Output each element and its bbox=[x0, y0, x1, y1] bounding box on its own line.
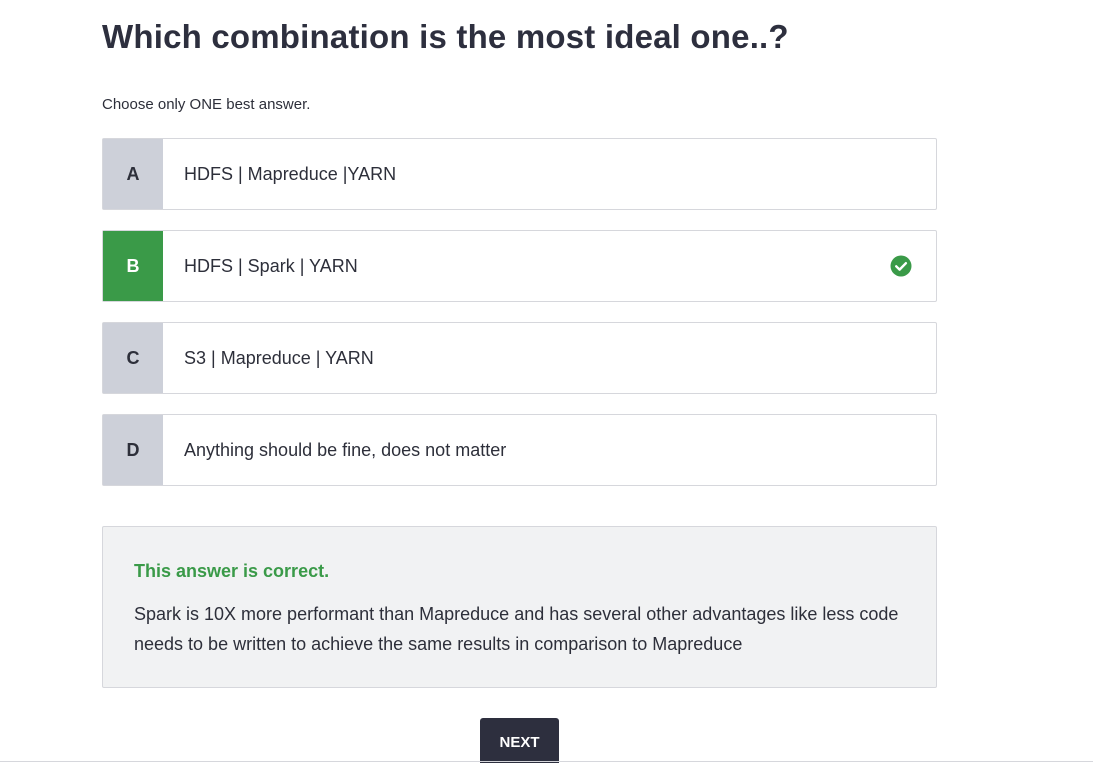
feedback-explanation: Spark is 10X more performant than Mapred… bbox=[134, 604, 899, 654]
option-text: Anything should be fine, does not matter bbox=[184, 439, 507, 460]
feedback-title: This answer is correct. bbox=[134, 561, 330, 581]
question-instructions: Choose only ONE best answer. bbox=[102, 96, 311, 113]
option-a[interactable]: A HDFS | Mapreduce |YARN bbox=[102, 138, 937, 210]
option-text: HDFS | Spark | YARN bbox=[184, 255, 358, 276]
option-letter: B bbox=[103, 231, 163, 301]
answer-options: A HDFS | Mapreduce |YARN B HDFS | Spark … bbox=[102, 138, 937, 506]
option-letter: A bbox=[103, 139, 163, 209]
bottom-divider bbox=[0, 761, 1093, 762]
option-text: S3 | Mapreduce | YARN bbox=[184, 347, 374, 368]
option-b[interactable]: B HDFS | Spark | YARN bbox=[102, 230, 937, 302]
option-d[interactable]: D Anything should be fine, does not matt… bbox=[102, 414, 937, 486]
option-text: HDFS | Mapreduce |YARN bbox=[184, 163, 397, 184]
quiz-page: Which combination is the most ideal one.… bbox=[0, 0, 1093, 763]
option-letter: D bbox=[103, 415, 163, 485]
feedback-panel: This answer is correct. Spark is 10X mor… bbox=[102, 526, 937, 688]
option-letter: C bbox=[103, 323, 163, 393]
question-title: Which combination is the most ideal one.… bbox=[102, 18, 789, 55]
option-c[interactable]: C S3 | Mapreduce | YARN bbox=[102, 322, 937, 394]
check-circle-icon bbox=[890, 255, 912, 277]
next-button[interactable]: NEXT bbox=[480, 718, 559, 763]
